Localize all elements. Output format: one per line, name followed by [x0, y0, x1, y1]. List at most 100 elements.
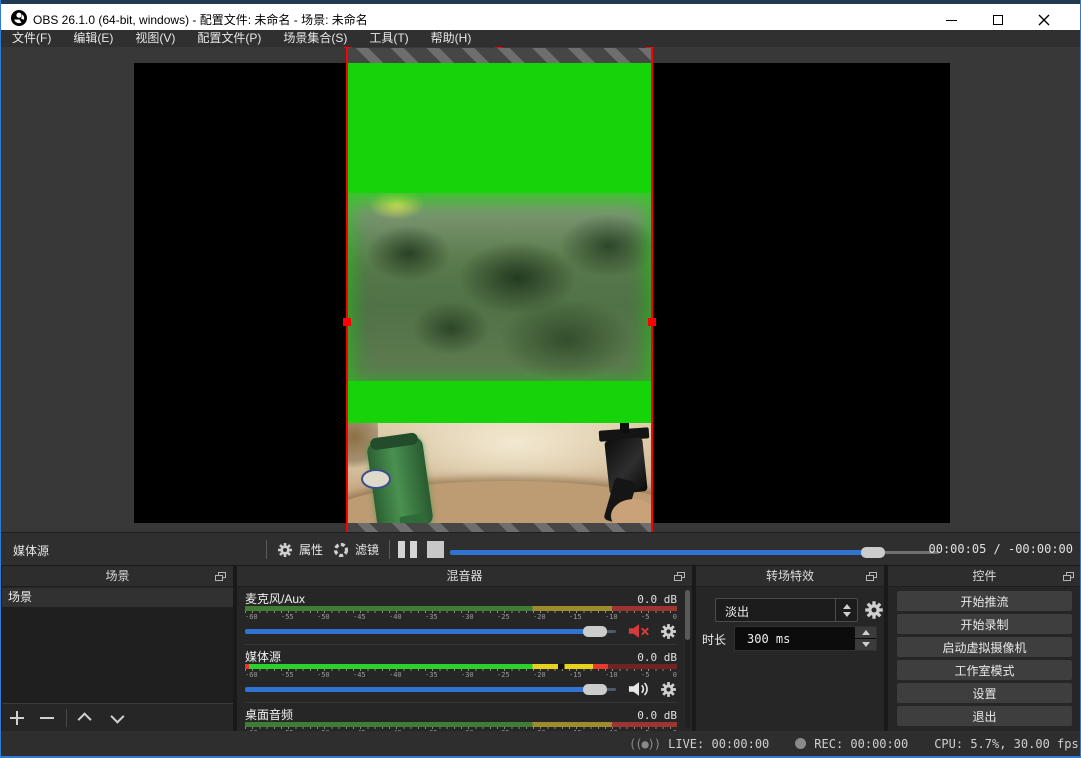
seek-handle[interactable] [861, 547, 885, 558]
media-seek-slider[interactable] [450, 547, 939, 559]
controls-panel-header[interactable]: 控件 [888, 566, 1081, 587]
selection-border-right[interactable] [651, 47, 653, 532]
menu-scene-collection[interactable]: 场景集合(S) [272, 30, 358, 47]
selection-handle-right-mid[interactable] [648, 318, 656, 326]
cpu-fps-stats: CPU: 5.7%, 30.00 fps [934, 737, 1079, 751]
add-scene-button[interactable] [2, 704, 32, 732]
channel-level: 0.0 dB [637, 593, 677, 606]
toolbar-separator [389, 540, 390, 559]
volume-slider-handle[interactable] [583, 684, 607, 695]
scene-list-item[interactable]: 场景 [2, 588, 233, 607]
mixer-channel-media: 媒体源 0.0 dB -60-55-50-45-40-35-30-25-20-1… [245, 644, 677, 698]
selected-source-name: 媒体源 [13, 542, 49, 559]
transitions-panel: 转场特效 淡出 时长 [696, 566, 884, 731]
plus-icon [10, 711, 24, 725]
menu-file[interactable]: 文件(F) [1, 30, 62, 47]
channel-level: 0.0 dB [637, 709, 677, 722]
chevron-down-icon [110, 709, 124, 723]
video-source-green-band-top[interactable] [348, 63, 651, 193]
exit-button[interactable]: 退出 [897, 706, 1072, 726]
panel-float-icon[interactable] [1063, 572, 1075, 582]
scene-toolbar [2, 703, 233, 731]
spin-up-button[interactable] [855, 627, 876, 638]
panel-float-icon[interactable] [866, 572, 878, 582]
status-bar: ((●)) LIVE: 00:00:00 REC: 00:00:00 CPU: … [1, 731, 1080, 756]
scope-label-oval [361, 469, 391, 489]
panel-float-icon[interactable] [215, 572, 227, 582]
video-source-desert-scene[interactable] [348, 423, 651, 523]
speaker-icon[interactable] [628, 681, 650, 697]
mixer-scrollbar-thumb[interactable] [685, 590, 690, 640]
controls-panel: 控件 开始推流 开始录制 启动虚拟摄像机 工作室模式 设置 退出 [888, 566, 1081, 731]
remove-scene-button[interactable] [32, 704, 62, 732]
filters-label: 滤镜 [355, 541, 379, 558]
controls-panel-title: 控件 [888, 566, 1081, 587]
panel-float-icon[interactable] [674, 572, 686, 582]
channel-settings-gear-icon[interactable] [660, 681, 677, 698]
start-streaming-button[interactable]: 开始推流 [897, 591, 1072, 611]
mixer-channel-mic: 麦克风/Aux 0.0 dB -60-55-50-45-40-35-30-25-… [245, 590, 677, 640]
video-source-water-texture[interactable] [348, 193, 651, 381]
channel-name: 麦克风/Aux [245, 590, 305, 607]
selection-handle-left-mid[interactable] [343, 318, 351, 326]
volume-slider[interactable] [245, 682, 616, 696]
channel-settings-gear-icon[interactable] [660, 623, 677, 640]
chevron-up-icon [78, 712, 92, 726]
obs-logo-icon [11, 10, 27, 26]
scene-list[interactable]: 场景 [2, 588, 233, 703]
caret-up-icon [862, 630, 870, 635]
start-recording-button[interactable]: 开始录制 [897, 614, 1072, 634]
maximize-button[interactable] [975, 8, 1020, 32]
move-scene-up-button[interactable] [71, 704, 101, 732]
volume-slider-handle[interactable] [583, 626, 607, 637]
stop-icon [427, 541, 444, 558]
menu-profile[interactable]: 配置文件(P) [186, 30, 272, 47]
video-source-green-band-mid[interactable] [348, 381, 651, 423]
menu-edit[interactable]: 编辑(E) [62, 30, 124, 47]
scenes-panel: 场景 场景 [2, 566, 233, 731]
menu-help[interactable]: 帮助(H) [420, 30, 483, 47]
selection-tick-top-left [344, 47, 352, 48]
filters-button[interactable]: 滤镜 [333, 533, 379, 566]
move-scene-down-button[interactable] [101, 704, 131, 732]
duration-spinbox[interactable]: 300 ms [734, 626, 877, 651]
settings-button[interactable]: 设置 [897, 683, 1072, 703]
preview-area[interactable] [1, 47, 1080, 532]
properties-label: 属性 [299, 541, 323, 558]
selection-border-left[interactable] [346, 47, 348, 532]
transition-selected-value: 淡出 [725, 603, 749, 620]
spin-down-button[interactable] [855, 639, 876, 650]
transition-settings-gear-icon[interactable] [864, 600, 884, 620]
speaker-muted-icon[interactable] [628, 623, 650, 639]
mixer-panel-header[interactable]: 混音器 [237, 566, 692, 587]
menu-tools[interactable]: 工具(T) [358, 30, 419, 47]
menu-bar: 文件(F) 编辑(E) 视图(V) 配置文件(P) 场景集合(S) 工具(T) … [1, 30, 1080, 47]
filter-swirl-icon [333, 542, 349, 558]
media-source-toolbar: 媒体源 属性 滤镜 [1, 532, 1080, 565]
volume-slider[interactable] [245, 624, 616, 638]
minimize-button[interactable] [929, 8, 974, 32]
studio-mode-button[interactable]: 工作室模式 [897, 660, 1072, 680]
properties-button[interactable]: 属性 [277, 533, 323, 566]
obs-window: OBS 26.1.0 (64-bit, windows) - 配置文件: 未命名… [0, 0, 1081, 758]
mixer-scrollbar[interactable] [685, 590, 690, 728]
title-bar: OBS 26.1.0 (64-bit, windows) - 配置文件: 未命名… [1, 0, 1080, 30]
close-button[interactable] [1021, 8, 1066, 32]
maximize-icon [993, 15, 1003, 25]
minus-icon [40, 717, 54, 719]
transitions-panel-header[interactable]: 转场特效 [696, 566, 884, 587]
stop-button[interactable] [427, 533, 444, 566]
spin-buttons [855, 627, 876, 650]
scenes-panel-header[interactable]: 场景 [2, 566, 233, 587]
close-icon [1038, 14, 1050, 26]
transition-select[interactable]: 淡出 [715, 598, 858, 622]
pause-button[interactable] [398, 533, 417, 566]
menu-view[interactable]: 视图(V) [124, 30, 186, 47]
start-virtual-camera-button[interactable]: 启动虚拟摄像机 [897, 637, 1072, 657]
pause-icon [398, 541, 417, 558]
controls-body: 开始推流 开始录制 启动虚拟摄像机 工作室模式 设置 退出 [897, 591, 1072, 729]
minimize-icon [946, 20, 957, 21]
transitions-body: 淡出 时长 300 ms [696, 588, 884, 731]
select-arrows[interactable] [835, 599, 857, 621]
caret-up-icon [843, 604, 851, 609]
